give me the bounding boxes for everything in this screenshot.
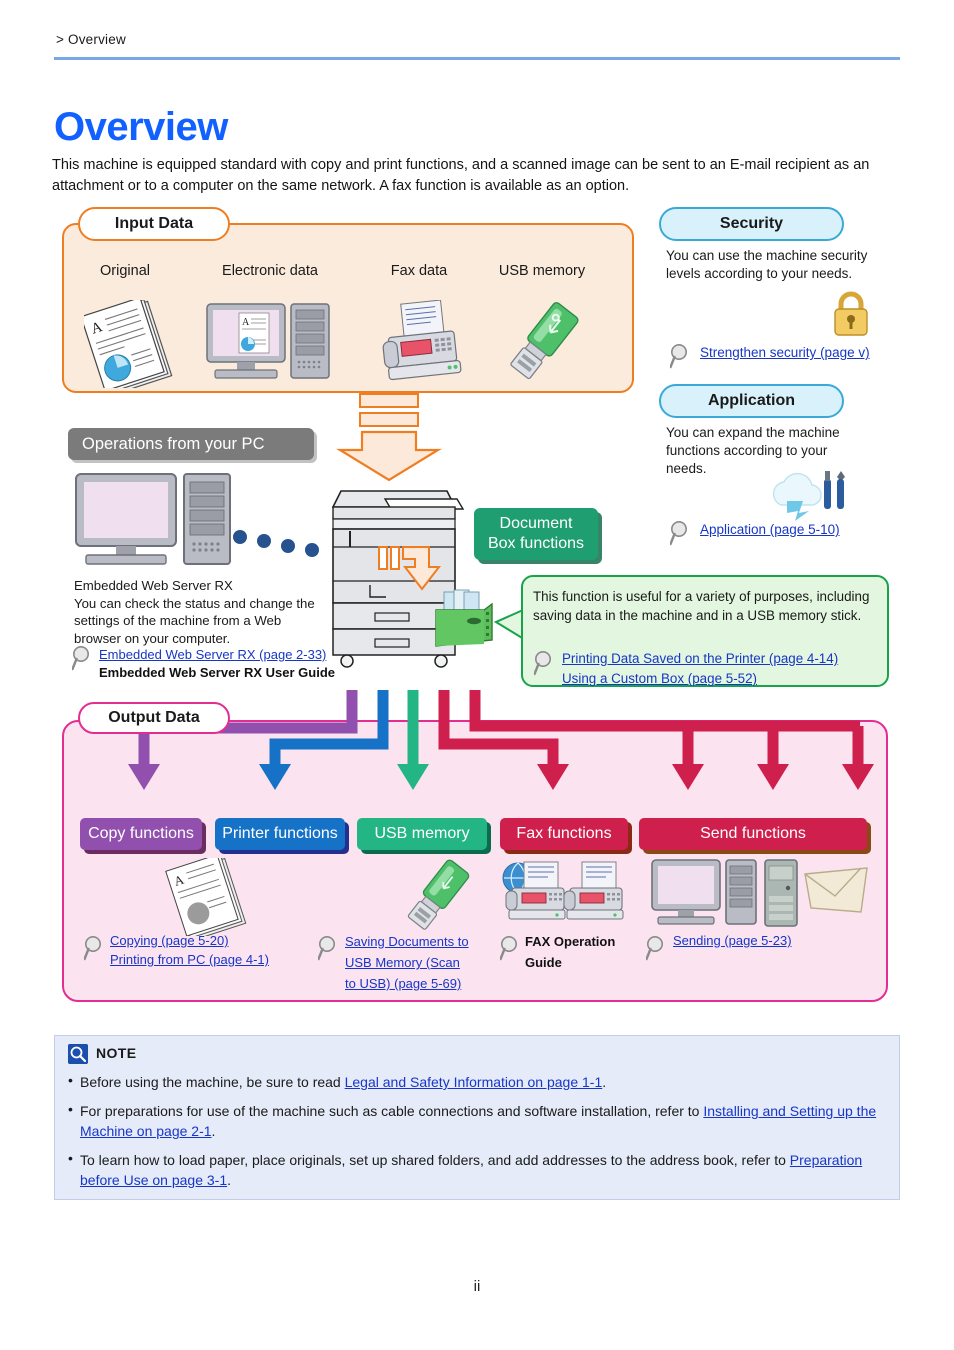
input-column-fax-data: Fax data — [367, 263, 471, 279]
cloud-tools-icon — [772, 471, 845, 521]
security-description: You can use the machine security levels … — [666, 248, 868, 281]
fax-functions-button[interactable]: Fax functions — [500, 818, 628, 850]
note-bullet-1: • — [68, 1072, 73, 1088]
send-links: Sending (page 5-23) — [673, 931, 853, 950]
operations-description: Embedded Web Server RX You can check the… — [74, 577, 324, 647]
input-label-usb-memory: USB memory — [498, 263, 586, 279]
note-item-3: To learn how to load paper, place origin… — [80, 1150, 892, 1190]
search-icon — [500, 936, 517, 961]
pc-server-mail-icon — [651, 859, 868, 927]
search-icon — [72, 646, 89, 671]
document-box-callout-text: This function is useful for a variety of… — [533, 589, 870, 623]
send-functions-button[interactable]: Send functions — [639, 818, 867, 850]
desktop-computer-icon — [75, 473, 231, 565]
header-divider — [54, 57, 900, 60]
input-column-electronic-data: Electronic data — [191, 263, 349, 279]
green-file-box-icon — [435, 589, 493, 647]
input-column-original: Original — [78, 263, 172, 279]
search-icon — [318, 936, 335, 961]
note-title: NOTE — [96, 1045, 137, 1061]
docbox-label-line2: Box functions — [487, 535, 585, 552]
embedded-web-server-guide-text: Embedded Web Server RX User Guide — [99, 665, 335, 680]
search-icon — [646, 936, 663, 961]
connection-dots — [233, 530, 319, 557]
input-label-fax-data: Fax data — [390, 263, 448, 279]
page-title: Overview — [54, 104, 228, 149]
printing-data-saved-link[interactable]: Printing Data Saved on the Printer (page… — [562, 651, 838, 666]
input-label-electronic-data: Electronic data — [222, 263, 318, 279]
note-bullet-3: • — [68, 1150, 73, 1166]
fax-operation-guide-text: FAX Operation Guide — [525, 934, 616, 970]
printer-functions-button[interactable]: Printer functions — [215, 818, 345, 850]
document-stack-icon: A — [84, 300, 173, 388]
using-custom-box-link[interactable]: Using a Custom Box (page 5-52) — [562, 671, 757, 686]
application-tab: Application — [659, 384, 844, 418]
document-stack-icon: A — [165, 858, 247, 936]
note-item-2-suffix: . — [211, 1123, 216, 1139]
input-column-usb-memory: USB memory — [482, 263, 602, 279]
input-flow-arrow — [336, 393, 442, 482]
saving-documents-link-1[interactable]: Saving Documents to — [345, 934, 469, 949]
note-item-1-prefix: Before using the machine, be sure to rea… — [80, 1074, 345, 1090]
saving-documents-link-2[interactable]: USB Memory (Scan — [345, 955, 460, 970]
svg-text:A: A — [242, 317, 250, 328]
copy-functions-button[interactable]: Copy functions — [80, 818, 202, 850]
application-link[interactable]: Application (page 5-10) — [700, 522, 840, 537]
sending-link[interactable]: Sending (page 5-23) — [673, 933, 792, 948]
note-magnifier-icon — [68, 1044, 88, 1064]
note-item-3-suffix: . — [227, 1172, 231, 1188]
note-item-2: For preparations for use of the machine … — [80, 1101, 888, 1141]
note-item-1: Before using the machine, be sure to rea… — [80, 1072, 900, 1092]
search-icon — [534, 651, 551, 676]
embedded-web-server-link[interactable]: Embedded Web Server RX (page 2-33) — [99, 647, 326, 662]
padlock-icon — [834, 291, 868, 336]
intro-paragraph: This machine is equipped standard with c… — [52, 156, 870, 194]
note-item-1-suffix: . — [602, 1074, 607, 1090]
note-bullet-2: • — [68, 1101, 73, 1117]
printing-from-pc-link[interactable]: Printing from PC (page 4-1) — [110, 952, 269, 967]
fax-machines-icon — [502, 861, 624, 920]
legal-safety-link[interactable]: Legal and Safety Information on page 1-1 — [345, 1074, 603, 1090]
search-icon — [670, 344, 687, 369]
input-label-original: Original — [100, 263, 150, 279]
usb-memory-button[interactable]: USB memory — [357, 818, 487, 850]
desktop-computer-icon: A — [206, 303, 330, 379]
strengthen-security-link[interactable]: Strengthen security (page v) — [700, 345, 870, 360]
note-item-2-prefix: For preparations for use of the machine … — [80, 1103, 704, 1119]
copying-link[interactable]: Copying (page 5-20) — [110, 933, 229, 948]
search-icon — [84, 936, 101, 961]
usb-links: Saving Documents to USB Memory (Scan to … — [345, 931, 495, 994]
note-item-3-prefix: To learn how to load paper, place origin… — [80, 1152, 790, 1168]
search-icon — [670, 521, 687, 546]
docbox-label-line1: Document — [499, 515, 573, 532]
input-data-tab: Input Data — [78, 207, 230, 241]
usb-flash-drive-icon — [510, 302, 579, 380]
output-data-tab: Output Data — [78, 702, 230, 734]
page-number: ii — [473, 1278, 481, 1295]
fax-machine-icon — [382, 300, 462, 381]
saving-documents-link-3[interactable]: to USB) (page 5-69) — [345, 976, 461, 991]
operations-from-pc-tab: Operations from your PC — [68, 428, 314, 460]
operations-heading: Embedded Web Server RX — [74, 578, 233, 593]
usb-flash-drive-icon — [407, 859, 470, 930]
document-box-functions-tab: Document Box functions — [474, 508, 598, 560]
security-tab: Security — [659, 207, 844, 241]
copy-links: Copying (page 5-20) Printing from PC (pa… — [110, 931, 310, 969]
breadcrumb: > Overview — [56, 32, 126, 47]
operations-body: You can check the status and change the … — [74, 595, 315, 646]
